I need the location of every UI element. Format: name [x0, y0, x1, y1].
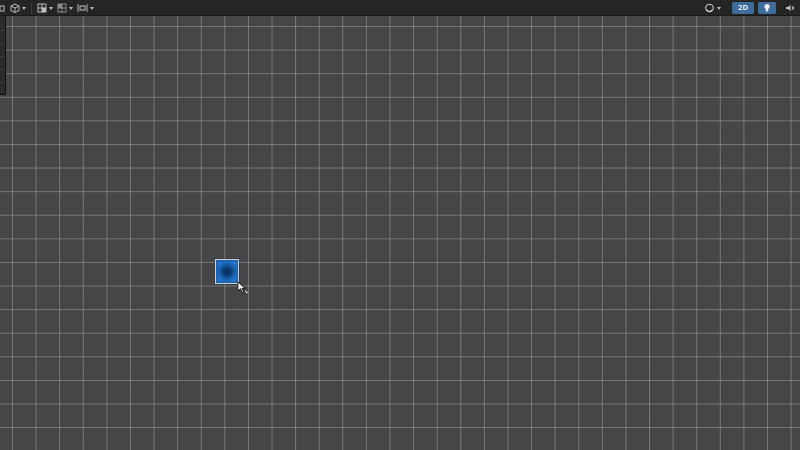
scene-toolbar: 2D: [0, 0, 800, 16]
increment-snap-icon: [57, 3, 67, 13]
chevron-down-icon: [49, 6, 53, 10]
cube-icon: [10, 3, 20, 13]
grid-snap-dropdown[interactable]: [35, 2, 55, 14]
chevron-down-icon: [69, 6, 73, 10]
align-icon: [77, 4, 88, 12]
selected-sprite[interactable]: [215, 259, 239, 284]
toolbar-right-group: 2D: [702, 2, 800, 14]
chevron-down-icon: [22, 6, 26, 10]
chevron-down-icon: [90, 6, 94, 10]
scene-lighting-toggle[interactable]: [758, 2, 776, 14]
toggle-2d-label: 2D: [737, 4, 749, 12]
toolbar-left-group: [0, 2, 96, 14]
toggle-2d-button[interactable]: 2D: [732, 2, 754, 14]
shading-mode-dropdown[interactable]: [702, 2, 723, 14]
chevron-down-icon: [717, 6, 721, 10]
draw-mode-dropdown[interactable]: [8, 2, 28, 14]
sprite-fill: [218, 262, 236, 281]
align-dropdown[interactable]: [75, 2, 96, 14]
overlay-panel-edge: [0, 16, 6, 95]
lightbulb-icon: [764, 4, 770, 12]
scene-audio-toggle[interactable]: [781, 2, 799, 14]
scene-viewport[interactable]: [0, 16, 800, 450]
grid-snap-icon: [37, 3, 47, 13]
gizmo-icon: [0, 5, 5, 11]
audio-icon: [786, 5, 795, 11]
shading-sphere-icon: [705, 3, 714, 13]
scene-view: 2D: [0, 0, 800, 450]
mouse-cursor-icon: [237, 281, 248, 294]
increment-snap-dropdown[interactable]: [55, 2, 75, 14]
gizmo-toggle-button[interactable]: [0, 2, 8, 14]
toolbar-divider: [31, 2, 32, 14]
